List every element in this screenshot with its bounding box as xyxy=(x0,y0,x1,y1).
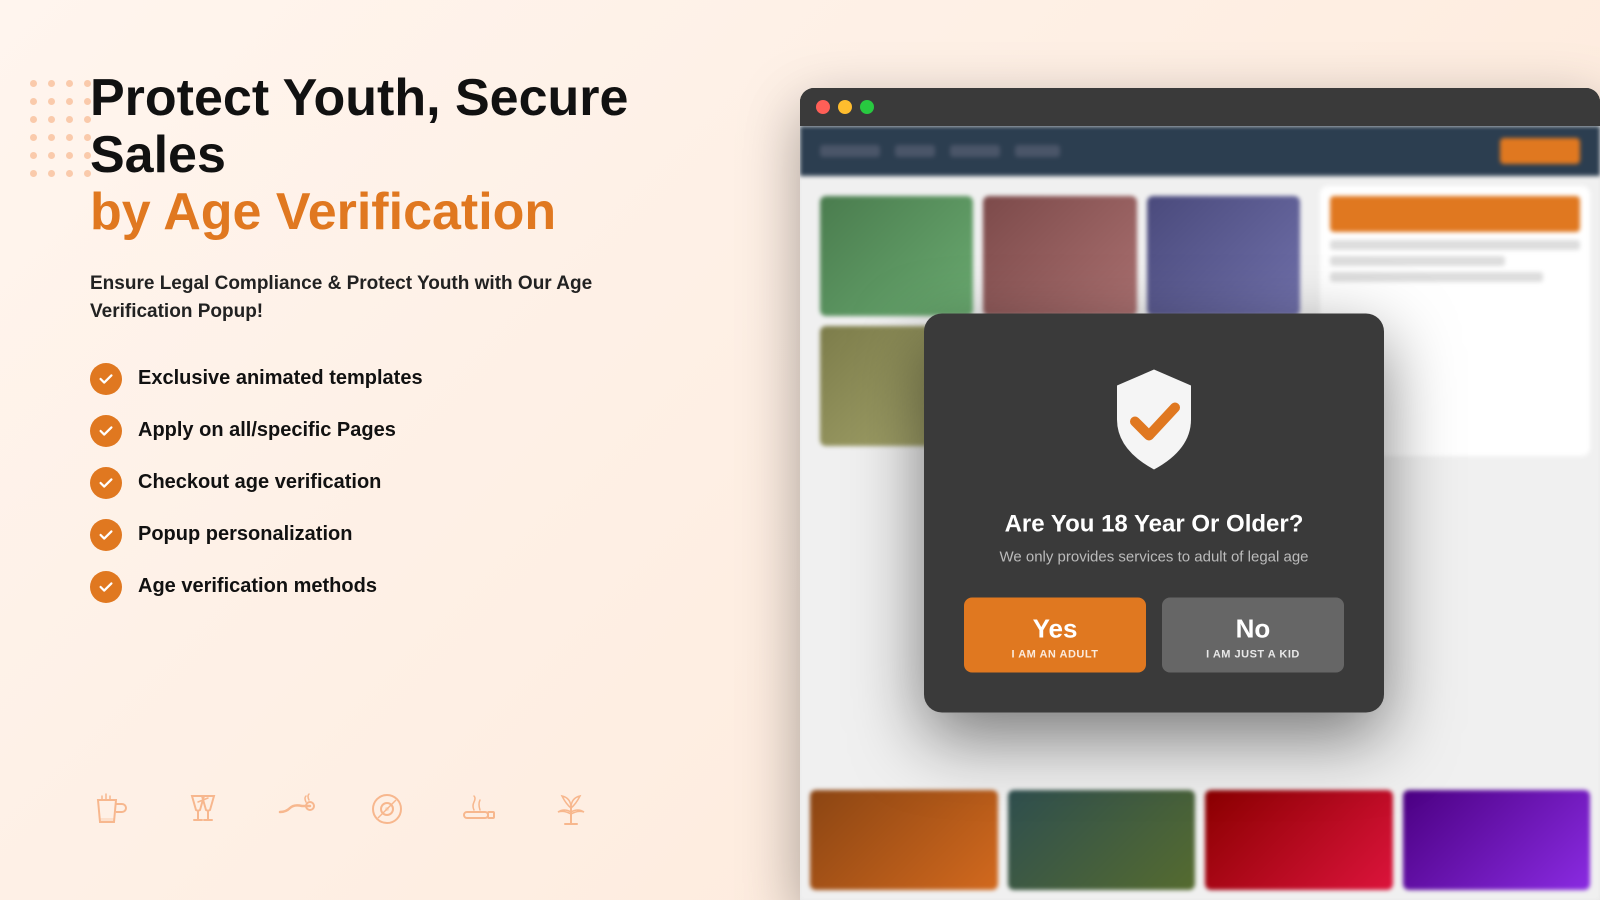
browser-window: Are You 18 Year Or Older? We only provid… xyxy=(800,88,1600,900)
fake-nav-cta xyxy=(1500,138,1580,164)
feature-specific-pages: Apply on all/specific Pages xyxy=(90,415,710,447)
subtitle: Ensure Legal Compliance & Protect Youth … xyxy=(90,270,650,327)
cigarette-icon xyxy=(458,788,500,840)
left-panel: Protect Youth, Secure Sales by Age Verif… xyxy=(0,0,780,900)
fake-side-button xyxy=(1330,196,1580,232)
fake-navbar xyxy=(800,126,1600,176)
wine-glasses-icon xyxy=(182,788,224,840)
popup-subtitle: We only provides services to adult of le… xyxy=(999,549,1308,566)
feature-popup-personalization: Popup personalization xyxy=(90,519,710,551)
right-panel: Are You 18 Year Or Older? We only provid… xyxy=(780,0,1600,900)
age-verification-popup: Are You 18 Year Or Older? We only provid… xyxy=(924,314,1384,713)
feature-animated-templates: Exclusive animated templates xyxy=(90,363,710,395)
pipe-icon xyxy=(274,788,316,840)
shield-container xyxy=(1099,362,1209,487)
feature-checkout-age: Checkout age verification xyxy=(90,467,710,499)
feature-label-4: Popup personalization xyxy=(138,523,352,546)
fake-nav-link3 xyxy=(1015,145,1060,157)
no-button-sub-text: I AM JUST A KID xyxy=(1206,649,1300,661)
yes-button-main-text: Yes xyxy=(1033,614,1078,645)
fake-bottom-card-1 xyxy=(810,790,998,890)
browser-maximize-button[interactable] xyxy=(860,100,874,114)
browser-content: Are You 18 Year Or Older? We only provid… xyxy=(800,126,1600,900)
dot-grid-decoration xyxy=(30,80,94,180)
yes-button-sub-text: I AM AN ADULT xyxy=(1012,649,1099,661)
popup-title: Are You 18 Year Or Older? xyxy=(1005,511,1304,539)
fake-card-3 xyxy=(1147,196,1300,316)
features-list: Exclusive animated templates Apply on al… xyxy=(90,363,710,603)
feature-label-1: Exclusive animated templates xyxy=(138,367,423,390)
check-icon-5 xyxy=(90,571,122,603)
headline-block: Protect Youth, Secure Sales by Age Verif… xyxy=(90,70,710,242)
fake-bottom-row xyxy=(810,790,1590,890)
popup-buttons: Yes I AM AN ADULT No I AM JUST A KID xyxy=(964,598,1344,673)
no-button[interactable]: No I AM JUST A KID xyxy=(1162,598,1344,673)
yes-button[interactable]: Yes I AM AN ADULT xyxy=(964,598,1146,673)
bottom-icons-row xyxy=(90,768,710,840)
fake-nav-link2 xyxy=(950,145,1000,157)
shield-icon xyxy=(1099,362,1209,482)
fake-card-2 xyxy=(983,196,1136,316)
feature-label-2: Apply on all/specific Pages xyxy=(138,419,396,442)
browser-close-button[interactable] xyxy=(816,100,830,114)
feature-label-5: Age verification methods xyxy=(138,575,377,598)
headline-line2: by Age Verification xyxy=(90,184,710,241)
fake-bottom-card-4 xyxy=(1403,790,1591,890)
check-icon-3 xyxy=(90,467,122,499)
no-button-main-text: No xyxy=(1236,614,1271,645)
headline-line1: Protect Youth, Secure Sales xyxy=(90,70,710,184)
browser-titlebar xyxy=(800,88,1600,126)
check-icon-4 xyxy=(90,519,122,551)
fake-nav-link1 xyxy=(895,145,935,157)
cannabis-icon xyxy=(550,788,592,840)
feature-label-3: Checkout age verification xyxy=(138,471,381,494)
feature-age-methods: Age verification methods xyxy=(90,571,710,603)
fake-nav-logo xyxy=(820,145,880,157)
fake-card-1 xyxy=(820,196,973,316)
fake-bottom-card-2 xyxy=(1008,790,1196,890)
fake-side-text-3 xyxy=(1330,272,1543,282)
fake-side-text-1 xyxy=(1330,240,1580,250)
fake-side-text-2 xyxy=(1330,256,1505,266)
pills-icon xyxy=(366,788,408,840)
beer-icon xyxy=(90,788,132,840)
browser-minimize-button[interactable] xyxy=(838,100,852,114)
fake-bottom-card-3 xyxy=(1205,790,1393,890)
check-icon-1 xyxy=(90,363,122,395)
check-icon-2 xyxy=(90,415,122,447)
